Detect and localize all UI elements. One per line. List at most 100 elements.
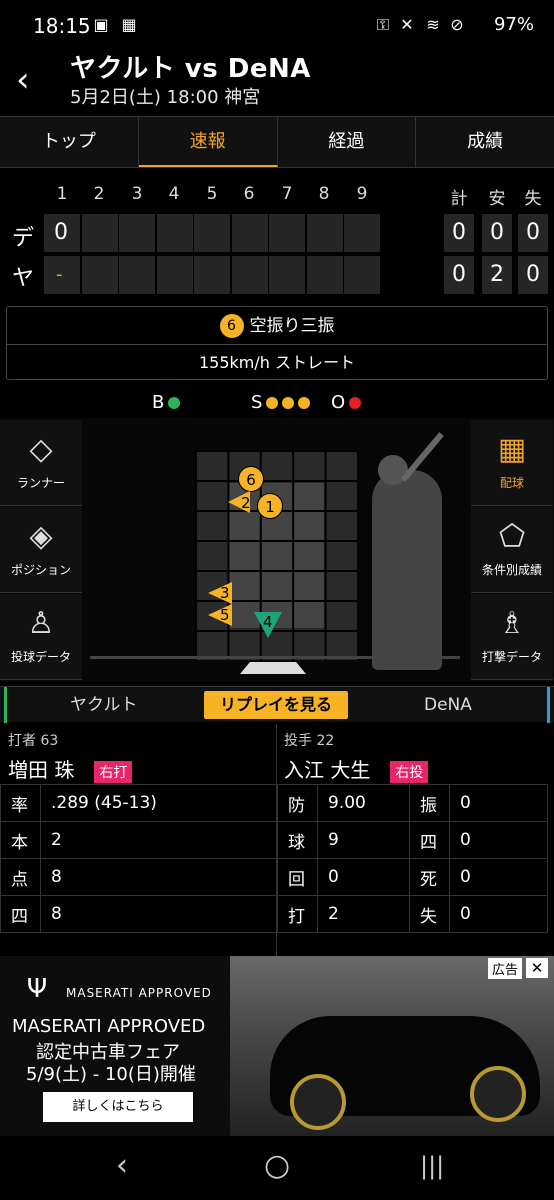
stat-value: 2 — [40, 821, 277, 859]
total-header-runs: 計 — [450, 189, 468, 209]
stat-value: 0 — [449, 858, 548, 896]
stat-key: 死 — [409, 858, 450, 896]
home-plate — [240, 662, 306, 674]
team-abbr-home: ヤ — [12, 266, 35, 291]
pitch-detail: 155km/h ストレート — [198, 353, 355, 372]
pitch-label: 3 — [220, 584, 230, 602]
stat-value: 8 — [40, 858, 277, 896]
strike-label: S — [251, 392, 263, 413]
status-bar: 18:15 ▣ ▦ ⚿ ✕ ≋ ⊘ 97% — [0, 0, 554, 52]
stat-key: 打 — [277, 895, 318, 933]
recents-nav-icon[interactable]: ||| — [420, 1152, 444, 1180]
block-icon: ⊘ — [450, 15, 464, 34]
stat-key: 率 — [0, 784, 41, 822]
stat-row: 本2 — [0, 821, 277, 859]
position-label: ポジション — [10, 563, 71, 577]
battery-level: 97% — [493, 14, 534, 35]
tab-top[interactable]: トップ — [0, 117, 139, 167]
batter-box-line — [90, 656, 460, 659]
team-abbr-away: デ — [12, 226, 35, 251]
inning-header: 2 — [93, 184, 105, 204]
trident-logo-icon: Ψ — [26, 974, 48, 1004]
split-stats-button[interactable]: ⬠ 条件別成績 — [471, 507, 553, 593]
close-icon[interactable]: ✕ — [526, 958, 548, 978]
split-stats-label: 条件別成績 — [481, 563, 542, 577]
stat-key: 防 — [277, 784, 318, 822]
pitch-marker[interactable]: 6 — [238, 466, 264, 492]
inning-score — [232, 256, 268, 294]
play-result-box: 6 空振り三振 155km/h ストレート — [6, 306, 548, 380]
strike-dot — [266, 397, 279, 409]
position-button[interactable]: ◈ ポジション — [0, 507, 82, 593]
stat-value: 0 — [449, 821, 548, 859]
home-nav-icon[interactable]: ○ — [264, 1148, 290, 1183]
pitch-number-badge: 6 — [219, 314, 244, 338]
inning-header: 1 — [56, 184, 68, 204]
stat-key: 球 — [277, 821, 318, 859]
radar-icon: ⬠ — [498, 519, 526, 554]
stat-row: 率 .289 (45-13) — [0, 784, 277, 822]
grid-icon: ▦ — [497, 432, 527, 467]
stat-row: 打2 失0 — [277, 895, 548, 933]
wifi-icon: ≋ — [426, 15, 440, 34]
away-team-label: DeNA — [424, 695, 472, 715]
tab-live[interactable]: 速報 — [138, 117, 278, 167]
inning-header: 5 — [206, 184, 218, 204]
ad-headline: MASERATI APPROVED — [12, 1016, 206, 1037]
ad-date: 5/9(土) - 10(日)開催 — [26, 1064, 196, 1085]
ball-label: B — [152, 392, 165, 413]
diamond-icon: ◇ — [29, 432, 53, 467]
status-time: 18:15 — [33, 14, 91, 38]
ad-car-wheel — [290, 1074, 346, 1130]
inning-score — [269, 214, 305, 252]
inning-header: 6 — [243, 184, 255, 204]
pitch-chart-button[interactable]: ▦ 配球 — [471, 420, 553, 506]
total-header-hits: 安 — [488, 189, 506, 209]
inning-score — [157, 214, 193, 252]
stat-row: 回0 死0 — [277, 858, 548, 896]
runner-button[interactable]: ◇ ランナー — [0, 420, 82, 506]
total-runs: 0 — [444, 214, 474, 252]
total-hits: 2 — [482, 256, 512, 294]
lock-icon: ⚿ — [376, 15, 390, 34]
stat-value: 9 — [317, 821, 410, 859]
pitcher-stats-table: 防 9.00 振0 球9 四0 回0 死0 打2 失0 — [277, 784, 548, 933]
stat-key: 四 — [0, 895, 41, 933]
inning-score — [307, 256, 343, 294]
batting-hand-badge: 右打 — [94, 760, 133, 783]
ball-dot — [168, 397, 181, 409]
inning-score — [119, 256, 155, 294]
total-errors: 0 — [518, 256, 548, 294]
tab-progress[interactable]: 経過 — [278, 117, 417, 167]
stat-key: 振 — [409, 784, 450, 822]
out-count: O — [331, 392, 362, 413]
stat-key: 失 — [409, 895, 450, 933]
stat-value: 0 — [449, 784, 548, 822]
system-nav-bar: ‹ ○ ||| — [0, 1136, 554, 1200]
tab-stats[interactable]: 成績 — [416, 117, 554, 167]
batter-role: 打者 63 — [8, 733, 59, 749]
ad-banner[interactable]: Ψ MASERATI APPROVED MASERATI APPROVED 認定… — [0, 956, 554, 1136]
field-icon: ◈ — [29, 519, 53, 554]
pitching-data-button[interactable]: ♙ 投球データ — [0, 594, 82, 680]
mute-icon: ✕ — [400, 15, 414, 34]
pitching-data-label: 投球データ — [10, 650, 71, 664]
stat-value: 8 — [40, 895, 277, 933]
inning-score — [82, 214, 118, 252]
batting-data-button[interactable]: ♗ 打撃データ — [471, 594, 553, 680]
replay-bar: ヤクルト リプレイを見る DeNA — [0, 686, 554, 723]
stat-value: 9.00 — [317, 784, 410, 822]
back-nav-icon[interactable]: ‹ — [116, 1148, 128, 1183]
inning-header: 9 — [356, 184, 368, 204]
pitch-marker[interactable]: 1 — [257, 493, 283, 519]
stat-key: 点 — [0, 858, 41, 896]
qr-icon: ▦ — [121, 15, 137, 34]
pitch-label: 4 — [263, 613, 273, 631]
batter-silhouette — [372, 470, 442, 670]
home-team-label: ヤクルト — [70, 695, 138, 715]
inning-header: 3 — [131, 184, 143, 204]
ad-cta-button[interactable]: 詳しくはこちら — [43, 1092, 193, 1122]
back-button[interactable]: ‹ — [16, 60, 46, 100]
replay-button[interactable]: リプレイを見る — [204, 691, 348, 719]
stat-row: 四8 — [0, 895, 277, 933]
